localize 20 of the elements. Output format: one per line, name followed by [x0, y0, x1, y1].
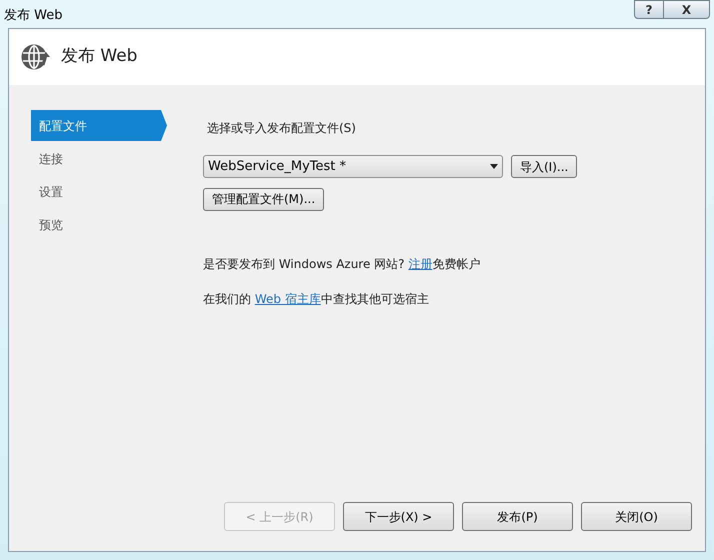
sidebar-item[interactable]: 设置	[31, 176, 167, 207]
close-button[interactable]: X	[664, 0, 710, 19]
link[interactable]: Web 宿主库	[254, 292, 321, 306]
sidebar-item[interactable]: 配置文件	[31, 110, 167, 141]
dropdown-arrow-icon	[490, 164, 498, 169]
link[interactable]: 注册	[408, 256, 432, 270]
info-sentence: 在我们的 Web 宿主库中查找其他可选宿主	[203, 290, 430, 308]
page-title: 发布 Web	[61, 45, 138, 68]
sidebar-item[interactable]: 预览	[31, 209, 167, 240]
profile-dropdown[interactable]: WebService_MyTest *	[203, 155, 503, 178]
close-dialog-button[interactable]: 关闭(O)	[581, 502, 692, 531]
next-button[interactable]: 下一步(X) >	[343, 502, 454, 531]
info-sentence: 是否要发布到 Windows Azure 网站? 注册免费帐户	[203, 256, 482, 272]
manage-profiles-button[interactable]: 管理配置文件(M)...	[203, 188, 324, 210]
sidebar-item[interactable]: 连接	[31, 143, 167, 174]
profile-label: 选择或导入发布配置文件(S)	[207, 120, 357, 137]
help-button[interactable]: ?	[634, 0, 664, 19]
import-button[interactable]: 导入(I)...	[511, 155, 578, 178]
publish-button[interactable]: 发布(P)	[462, 502, 573, 531]
window-title: 发布 Web	[4, 7, 62, 25]
